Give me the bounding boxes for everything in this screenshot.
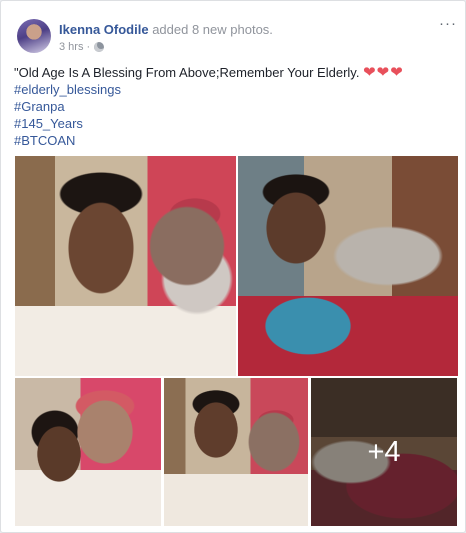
post-action: added 8 new photos. bbox=[152, 22, 273, 37]
heart-icon: ❤❤❤ bbox=[363, 64, 404, 81]
hashtag-145-years[interactable]: #145_Years bbox=[14, 116, 83, 131]
photo-selfie-with-grandpa-3[interactable] bbox=[164, 378, 308, 526]
meta-separator: · bbox=[86, 41, 91, 53]
globe-icon[interactable] bbox=[94, 42, 105, 52]
photo-more[interactable]: +4 bbox=[311, 378, 457, 526]
photo-selfie-with-grandpa-2[interactable] bbox=[238, 156, 458, 376]
hashtag-btcoan[interactable]: #BTCOAN bbox=[14, 133, 75, 148]
more-options-icon[interactable]: ··· bbox=[439, 15, 457, 32]
post-text: "Old Age Is A Blessing From Above;Rememb… bbox=[14, 64, 454, 149]
post-text-line: "Old Age Is A Blessing From Above;Rememb… bbox=[14, 65, 360, 80]
more-photos-count: +4 bbox=[367, 435, 401, 468]
hashtag-granpa[interactable]: #Granpa bbox=[14, 99, 65, 114]
author-name[interactable]: Ikenna Ofodile bbox=[59, 22, 149, 37]
photo-more-overlay[interactable]: +4 bbox=[311, 378, 457, 526]
avatar[interactable] bbox=[17, 19, 51, 53]
post-header: Ikenna Ofodile added 8 new photos. bbox=[59, 22, 273, 37]
post-timestamp[interactable]: 3 hrs bbox=[59, 41, 83, 53]
post-meta: 3 hrs · bbox=[59, 41, 105, 53]
hashtag-elderly-blessings[interactable]: #elderly_blessings bbox=[14, 82, 121, 97]
photo-with-grandma[interactable] bbox=[15, 378, 161, 526]
post-card: Ikenna Ofodile added 8 new photos. 3 hrs… bbox=[0, 0, 466, 533]
photo-selfie-with-grandpa-1[interactable] bbox=[15, 156, 236, 376]
